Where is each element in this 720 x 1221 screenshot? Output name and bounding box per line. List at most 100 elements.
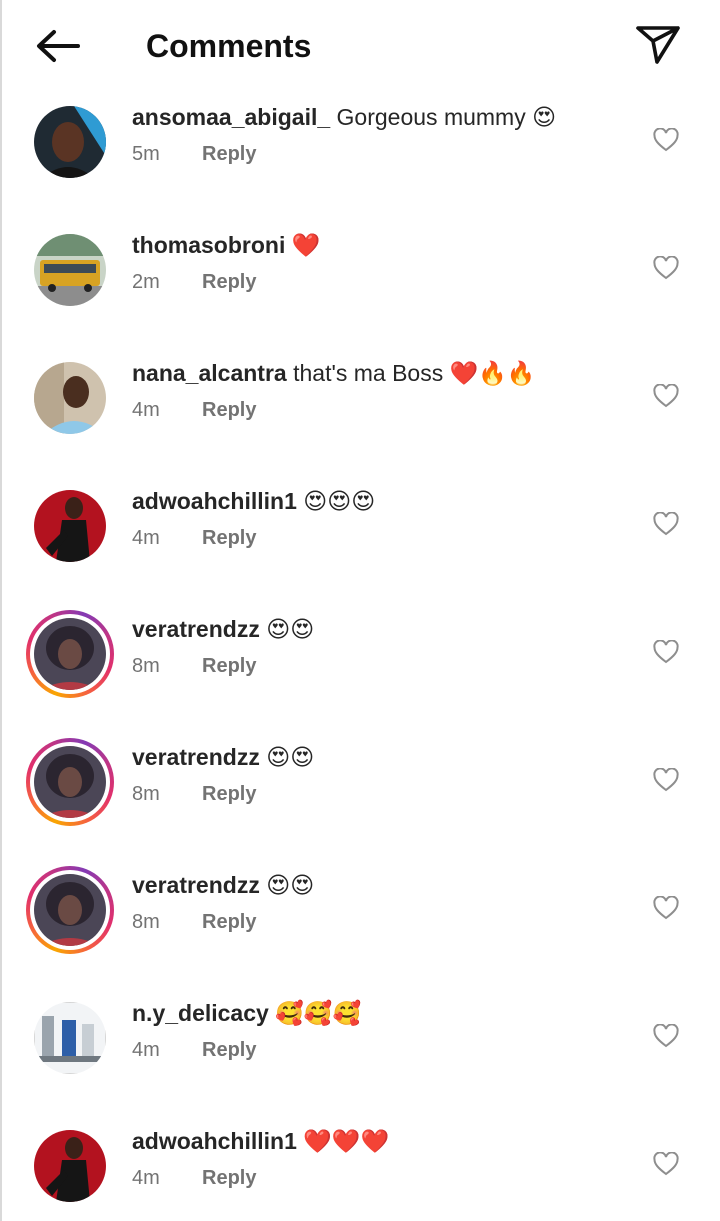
heart-outline-icon <box>653 1152 679 1176</box>
comment-row: adwoahchillin1 ❤️❤️❤️ 4m Reply <box>2 1102 720 1221</box>
comment-meta: 8m Reply <box>132 781 256 807</box>
comment-row: veratrendzz 😍😍 8m Reply <box>2 846 720 974</box>
reply-button[interactable]: Reply <box>202 527 256 549</box>
avatar-image <box>34 746 106 818</box>
avatar-image <box>34 234 106 306</box>
comment-row: veratrendzz 😍😍 8m Reply <box>2 718 720 846</box>
like-button[interactable] <box>650 1020 682 1052</box>
comment-row: thomasobroni ❤️ 2m Reply <box>2 206 720 334</box>
comment-text: ansomaa_abigail_ Gorgeous mummy 😍 <box>132 102 556 132</box>
heart-outline-icon <box>653 768 679 792</box>
reply-button[interactable]: Reply <box>202 1039 256 1061</box>
avatar-story-ring[interactable] <box>26 610 114 698</box>
comment-text: thomasobroni ❤️ <box>132 230 320 260</box>
comment-username[interactable]: veratrendzz <box>132 616 260 642</box>
comment-meta: 8m Reply <box>132 909 256 935</box>
comment-text: n.y_delicacy 🥰🥰🥰 <box>132 998 361 1028</box>
like-button[interactable] <box>650 764 682 796</box>
reply-button[interactable]: Reply <box>202 911 256 933</box>
arrow-left-icon <box>37 30 80 62</box>
like-button[interactable] <box>650 508 682 540</box>
like-button[interactable] <box>650 124 682 156</box>
comment-username[interactable]: adwoahchillin1 <box>132 488 297 514</box>
like-button[interactable] <box>650 892 682 924</box>
avatar[interactable] <box>34 106 106 178</box>
header: Comments <box>2 0 720 90</box>
comment-time: 4m <box>132 1167 160 1189</box>
comment-text: adwoahchillin1 😍😍😍 <box>132 486 375 516</box>
comment-body: 😍😍 <box>259 616 315 642</box>
reply-button[interactable]: Reply <box>202 399 256 421</box>
heart-outline-icon <box>653 384 679 408</box>
avatar[interactable] <box>34 1002 106 1074</box>
like-button[interactable] <box>650 636 682 668</box>
comment-body: that's ma Boss ❤️🔥🔥 <box>286 360 536 386</box>
comment-time: 4m <box>132 527 160 549</box>
comment-row: adwoahchillin1 😍😍😍 4m Reply <box>2 462 720 590</box>
comment-row: ansomaa_abigail_ Gorgeous mummy 😍 5m Repl… <box>2 78 720 206</box>
avatar[interactable] <box>34 490 106 562</box>
comment-meta: 4m Reply <box>132 525 256 551</box>
comment-username[interactable]: thomasobroni <box>132 232 285 258</box>
reply-button[interactable]: Reply <box>202 783 256 805</box>
heart-outline-icon <box>653 896 679 920</box>
comment-text: nana_alcantra that's ma Boss ❤️🔥🔥 <box>132 358 536 388</box>
avatar[interactable] <box>34 234 106 306</box>
comment-meta: 4m Reply <box>132 1037 256 1063</box>
comment-meta: 8m Reply <box>132 653 256 679</box>
comment-time: 5m <box>132 143 160 165</box>
comment-username[interactable]: ansomaa_abigail_ <box>132 104 330 130</box>
comment-row: veratrendzz 😍😍 8m Reply <box>2 590 720 718</box>
comment-body: 😍😍 <box>259 744 315 770</box>
reply-button[interactable]: Reply <box>202 1167 256 1189</box>
back-button[interactable] <box>32 26 84 66</box>
like-button[interactable] <box>650 1148 682 1180</box>
comment-time: 4m <box>132 399 160 421</box>
avatar-image <box>34 874 106 946</box>
comment-body: Gorgeous mummy 😍 <box>330 104 557 130</box>
heart-outline-icon <box>653 512 679 536</box>
avatar[interactable] <box>34 1130 106 1202</box>
reply-button[interactable]: Reply <box>202 271 256 293</box>
comment-meta: 4m Reply <box>132 397 256 423</box>
comment-username[interactable]: n.y_delicacy <box>132 1000 269 1026</box>
comment-time: 2m <box>132 271 160 293</box>
paper-plane-icon <box>636 26 680 64</box>
comment-time: 8m <box>132 655 160 677</box>
comment-text: veratrendzz 😍😍 <box>132 870 314 900</box>
comment-body: 😍😍😍 <box>296 488 376 514</box>
heart-outline-icon <box>653 640 679 664</box>
comment-list: ansomaa_abigail_ Gorgeous mummy 😍 5m Repl… <box>2 78 720 1221</box>
comment-row: n.y_delicacy 🥰🥰🥰 4m Reply <box>2 974 720 1102</box>
share-button[interactable] <box>632 20 684 70</box>
comment-body: ❤️ <box>285 232 321 258</box>
avatar-story-ring[interactable] <box>26 738 114 826</box>
comment-meta: 5m Reply <box>132 141 256 167</box>
comment-text: adwoahchillin1 ❤️❤️❤️ <box>132 1126 389 1156</box>
comments-screen: Comments ansomaa_abigail_ Gorgeous mummy… <box>0 0 720 1221</box>
comment-text: veratrendzz 😍😍 <box>132 742 314 772</box>
comment-username[interactable]: nana_alcantra <box>132 360 287 386</box>
avatar-story-ring[interactable] <box>26 866 114 954</box>
comment-row: nana_alcantra that's ma Boss ❤️🔥🔥 4m Repl… <box>2 334 720 462</box>
comment-meta: 2m Reply <box>132 269 256 295</box>
comment-time: 8m <box>132 911 160 933</box>
comment-meta: 4m Reply <box>132 1165 256 1191</box>
reply-button[interactable]: Reply <box>202 143 256 165</box>
heart-outline-icon <box>653 1024 679 1048</box>
avatar-image <box>34 106 106 178</box>
comment-username[interactable]: veratrendzz <box>132 744 260 770</box>
like-button[interactable] <box>650 252 682 284</box>
heart-outline-icon <box>653 256 679 280</box>
comment-time: 8m <box>132 783 160 805</box>
like-button[interactable] <box>650 380 682 412</box>
avatar[interactable] <box>34 362 106 434</box>
comment-username[interactable]: veratrendzz <box>132 872 260 898</box>
reply-button[interactable]: Reply <box>202 655 256 677</box>
page-title: Comments <box>146 28 312 64</box>
avatar-image <box>34 490 106 562</box>
avatar-image <box>34 362 106 434</box>
comment-body: 😍😍 <box>259 872 315 898</box>
avatar-image <box>34 1130 106 1202</box>
comment-username[interactable]: adwoahchillin1 <box>132 1128 297 1154</box>
